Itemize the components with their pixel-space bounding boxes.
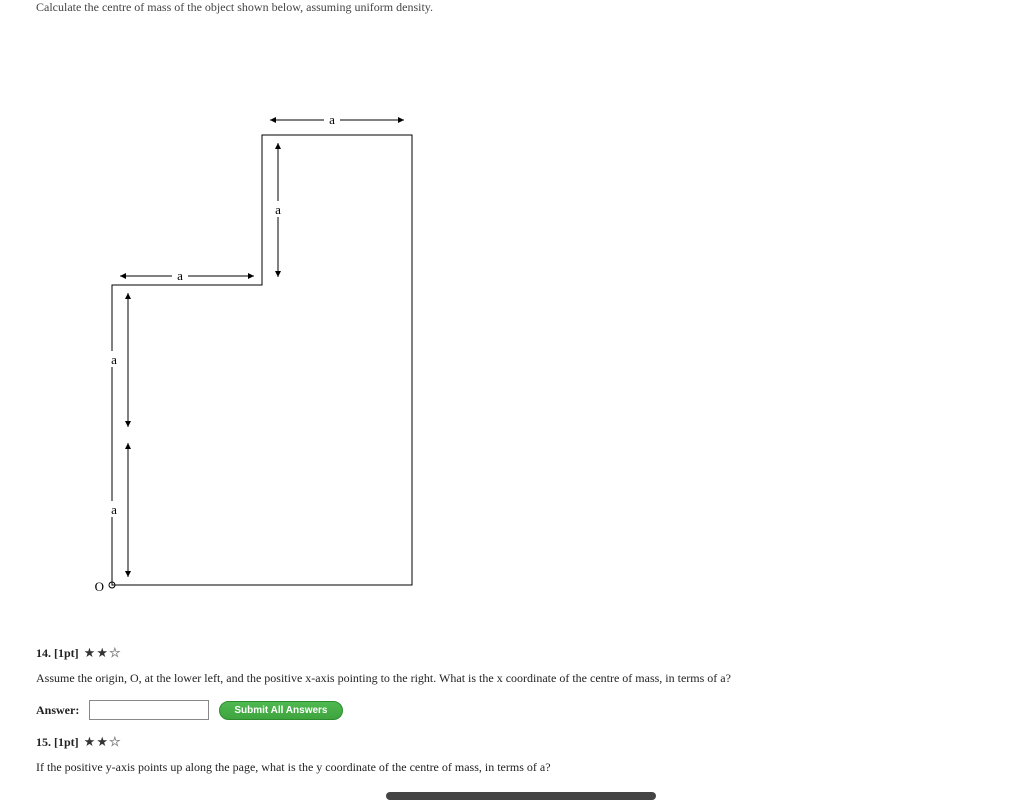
answer-label: Answer: bbox=[36, 703, 79, 718]
intro-text: Calculate the centre of mass of the obje… bbox=[36, 0, 988, 15]
q15-text: If the positive y-axis points up along t… bbox=[36, 760, 988, 775]
q14-text: Assume the origin, O, at the lower left,… bbox=[36, 671, 988, 686]
submit-all-answers-button[interactable]: Submit All Answers bbox=[219, 701, 342, 720]
question-14: 14. [1pt] ★★☆ Assume the origin, O, at t… bbox=[36, 645, 988, 720]
dim-label-a-left2: a bbox=[111, 502, 117, 517]
horizontal-scrollbar[interactable] bbox=[36, 789, 988, 803]
dim-label-a-left1: a bbox=[111, 352, 117, 367]
q15-number: 15. [1pt] bbox=[36, 735, 82, 749]
dim-label-a-upper: a bbox=[275, 202, 281, 217]
origin-label: O bbox=[95, 579, 104, 594]
figure-diagram: a a a a a O bbox=[72, 75, 472, 605]
answer-input-q14[interactable] bbox=[89, 700, 209, 720]
q14-number: 14. [1pt] bbox=[36, 646, 82, 660]
q15-difficulty-stars: ★★☆ bbox=[84, 734, 122, 749]
q14-difficulty-stars: ★★☆ bbox=[84, 645, 122, 660]
dim-label-a-top: a bbox=[329, 112, 335, 127]
question-15: 15. [1pt] ★★☆ If the positive y-axis poi… bbox=[36, 734, 988, 775]
scrollbar-thumb[interactable] bbox=[386, 792, 656, 800]
dim-label-a-step: a bbox=[177, 268, 183, 283]
